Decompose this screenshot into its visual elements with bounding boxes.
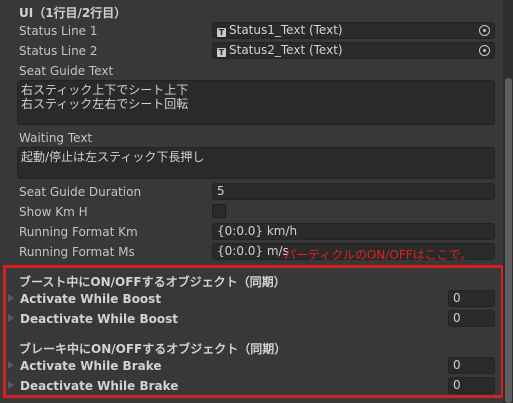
running-format-km-row: Running Format Km {0:0.0} km/h (0, 223, 500, 241)
show-km-h-row: Show Km H (0, 203, 500, 221)
annotation-text: パーティクルのON/OFFはここで。 (284, 248, 473, 262)
object-picker-icon[interactable] (479, 25, 490, 36)
status-line-2-value: Status2_Text (Text) (229, 43, 343, 57)
waiting-text-row: Waiting Text (0, 129, 500, 147)
status-line-2-field[interactable]: T Status2_Text (Text) (212, 42, 495, 59)
waiting-textarea[interactable]: 起動/停止は左スティック下長押し (17, 147, 495, 179)
status-line-1-value: Status1_Text (Text) (229, 23, 343, 37)
show-km-h-checkbox[interactable] (212, 204, 226, 218)
running-format-km-label: Running Format Km (19, 225, 138, 239)
status-line-2-label: Status Line 2 (19, 44, 98, 58)
inspector-panel: UI（1行目/2行目） Status Line 1 T Status1_Text … (0, 0, 513, 403)
running-format-km-input[interactable]: {0:0.0} km/h (212, 223, 495, 240)
show-km-h-label: Show Km H (19, 205, 88, 219)
seat-guide-duration-input[interactable]: 5 (212, 183, 495, 200)
running-format-ms-label: Running Format Ms (19, 245, 135, 259)
seat-guide-text-label: Seat Guide Text (19, 64, 114, 78)
status-line-1-row: Status Line 1 T Status1_Text (Text) (0, 22, 500, 40)
seat-guide-duration-row: Seat Guide Duration 5 (0, 183, 500, 201)
object-picker-icon[interactable] (479, 45, 490, 56)
status-line-1-label: Status Line 1 (19, 24, 98, 38)
waiting-text-label: Waiting Text (19, 131, 93, 145)
scrollbar-thumb[interactable] (505, 78, 512, 403)
status-line-2-row: Status Line 2 T Status2_Text (Text) (0, 42, 500, 60)
seat-guide-duration-label: Seat Guide Duration (19, 185, 142, 199)
text-component-icon: T (217, 28, 226, 37)
seat-guide-text-row: Seat Guide Text (0, 62, 500, 80)
seat-guide-textarea[interactable]: 右スティック上下でシート上下 右スティック左右でシート回転 (17, 80, 495, 125)
status-line-1-field[interactable]: T Status1_Text (Text) (212, 22, 495, 39)
text-component-icon: T (217, 48, 226, 57)
highlight-box (3, 265, 504, 398)
section-header-ui: UI（1行目/2行目） (19, 6, 127, 20)
